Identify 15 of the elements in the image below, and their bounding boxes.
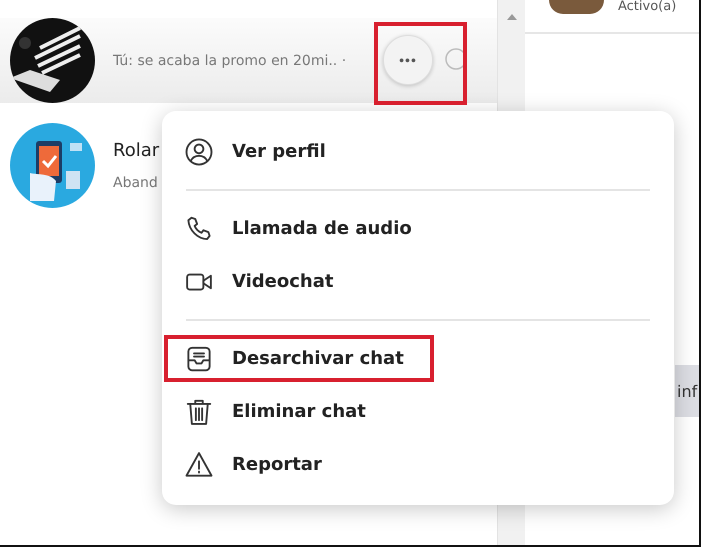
info-button[interactable]: inf xyxy=(675,365,699,417)
message-preview: Aband xyxy=(113,175,159,191)
menu-item[interactable]: Desarchivar chat xyxy=(164,335,434,382)
scroll-up-icon[interactable] xyxy=(506,14,516,20)
menu-item[interactable]: Reportar xyxy=(164,441,352,488)
menu-item[interactable]: Ver perfil xyxy=(164,128,356,175)
status-text: Activo(a) xyxy=(618,0,676,13)
menu-item[interactable]: Llamada de audio xyxy=(164,205,442,252)
message-preview: Tú: se acaba la promo en 20mi.. · xyxy=(113,52,346,68)
menu-item[interactable]: Eliminar chat xyxy=(164,388,396,435)
warning-icon xyxy=(184,450,214,480)
menu-item[interactable]: Videochat xyxy=(164,258,364,305)
contact-name: Rolar xyxy=(113,140,160,161)
more-button[interactable]: ••• xyxy=(383,35,433,85)
person-circle-icon xyxy=(184,136,214,166)
